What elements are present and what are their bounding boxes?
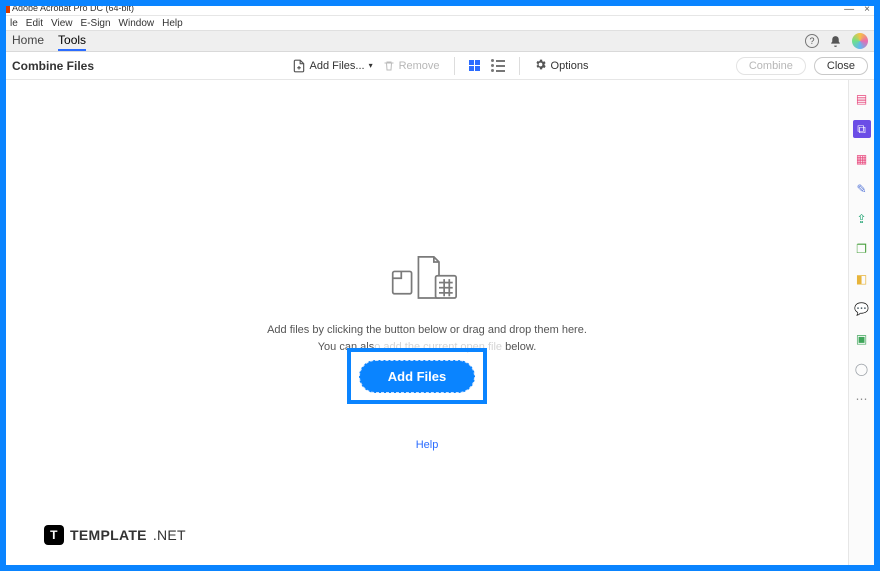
- create-pdf-icon[interactable]: ▤: [853, 90, 871, 108]
- window-titlebar: Adobe Acrobat Pro DC (64-bit) — ×: [6, 6, 874, 16]
- window-close-icon[interactable]: ×: [864, 6, 870, 15]
- notifications-icon[interactable]: [829, 35, 842, 48]
- empty-state: Add files by clicking the button below o…: [217, 250, 637, 451]
- combine-icon[interactable]: ⧉: [853, 120, 871, 138]
- watermark-badge: T: [44, 525, 64, 545]
- gear-icon: [534, 58, 547, 74]
- empty-text-line1: Add files by clicking the button below o…: [217, 322, 637, 339]
- redact-icon[interactable]: ▣: [853, 330, 871, 348]
- export-pdf-icon[interactable]: ⇪: [853, 210, 871, 228]
- template-net-watermark: T TEMPLATE .NET: [44, 525, 186, 545]
- edit-pdf-icon[interactable]: ▦: [853, 150, 871, 168]
- help-link[interactable]: Help: [217, 439, 637, 451]
- watermark-brand2: .NET: [153, 527, 186, 543]
- toolbar-options-label: Options: [551, 60, 589, 72]
- empty-text-line2b: below.: [502, 341, 536, 353]
- sign-icon[interactable]: ✎: [853, 180, 871, 198]
- watermark-brand1: TEMPLATE: [70, 527, 147, 543]
- tool-title: Combine Files: [12, 59, 94, 73]
- chevron-down-icon: ▾: [369, 61, 373, 70]
- close-button[interactable]: Close: [814, 57, 868, 75]
- window-title: Adobe Acrobat Pro DC (64-bit): [12, 6, 134, 13]
- more-tools-icon[interactable]: ⋯: [853, 390, 871, 408]
- menu-help[interactable]: Help: [162, 18, 183, 29]
- menu-view[interactable]: View: [51, 18, 73, 29]
- toolbar-remove-label: Remove: [399, 60, 440, 72]
- organize-icon[interactable]: ❐: [853, 240, 871, 258]
- file-plus-icon: [292, 59, 306, 73]
- menu-bar: le Edit View E-Sign Window Help: [6, 16, 874, 30]
- protect-icon[interactable]: ◯: [853, 360, 871, 378]
- files-illustration-icon: [382, 250, 472, 310]
- help-icon[interactable]: ?: [805, 34, 819, 48]
- combine-button: Combine: [736, 57, 806, 75]
- app-brand-dot: [6, 6, 10, 13]
- trash-icon: [383, 60, 395, 72]
- stamp-icon[interactable]: ◧: [853, 270, 871, 288]
- add-files-button[interactable]: Add Files: [359, 360, 476, 393]
- menu-edit[interactable]: Edit: [26, 18, 43, 29]
- toolbar-separator: [519, 57, 520, 75]
- combine-toolbar: Combine Files Add Files... ▾ Remove Opti…: [6, 52, 874, 80]
- window-minimize-icon[interactable]: —: [844, 6, 854, 15]
- content-area[interactable]: Add files by clicking the button below o…: [6, 80, 848, 565]
- menu-file[interactable]: le: [10, 18, 18, 29]
- tab-tools[interactable]: Tools: [58, 31, 86, 51]
- tutorial-highlight: Add Files: [347, 348, 487, 404]
- app-tabs-bar: Home Tools ?: [6, 30, 874, 52]
- menu-esign[interactable]: E-Sign: [81, 18, 111, 29]
- toolbar-add-files[interactable]: Add Files... ▾: [292, 59, 373, 73]
- toolbar-separator: [454, 57, 455, 75]
- toolbar-remove: Remove: [383, 60, 440, 72]
- menu-window[interactable]: Window: [119, 18, 155, 29]
- comment-icon[interactable]: 💬: [853, 300, 871, 318]
- account-avatar-icon[interactable]: [852, 33, 868, 49]
- toolbar-options[interactable]: Options: [534, 58, 589, 74]
- toolbar-add-files-label: Add Files...: [310, 60, 365, 72]
- view-list-icon[interactable]: [491, 59, 505, 72]
- view-grid-icon[interactable]: [469, 60, 481, 72]
- tab-home[interactable]: Home: [12, 31, 44, 51]
- right-tools-panel: ▤ ⧉ ▦ ✎ ⇪ ❐ ◧ 💬 ▣ ◯ ⋯: [848, 80, 874, 565]
